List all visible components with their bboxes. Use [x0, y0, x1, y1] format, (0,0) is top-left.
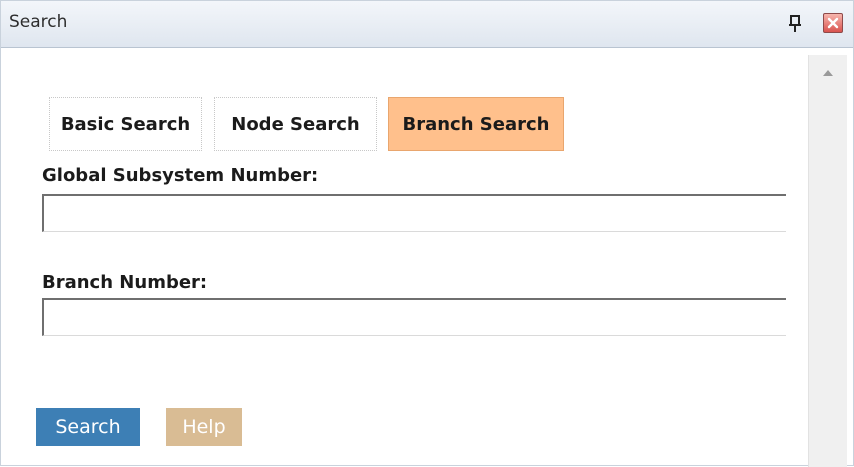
tab-node-search[interactable]: Node Search	[214, 97, 377, 151]
help-button[interactable]: Help	[166, 408, 242, 446]
global-subsystem-number-field[interactable]	[42, 194, 786, 232]
window-title: Search	[9, 12, 68, 32]
tab-basic-search[interactable]: Basic Search	[49, 97, 202, 151]
global-subsystem-number-label: Global Subsystem Number:	[42, 165, 319, 186]
pin-icon[interactable]	[787, 15, 803, 33]
title-bar: Search	[1, 1, 853, 48]
tab-branch-search[interactable]: Branch Search	[388, 97, 564, 151]
scroll-up-arrow-icon[interactable]	[819, 65, 837, 81]
search-panel-window: Search Basic Search Node Search Branch S…	[0, 0, 854, 467]
branch-number-label: Branch Number:	[42, 272, 208, 293]
search-button[interactable]: Search	[36, 408, 140, 446]
branch-number-field[interactable]	[42, 298, 786, 336]
close-icon[interactable]	[823, 13, 843, 33]
vertical-scrollbar[interactable]	[808, 55, 847, 467]
